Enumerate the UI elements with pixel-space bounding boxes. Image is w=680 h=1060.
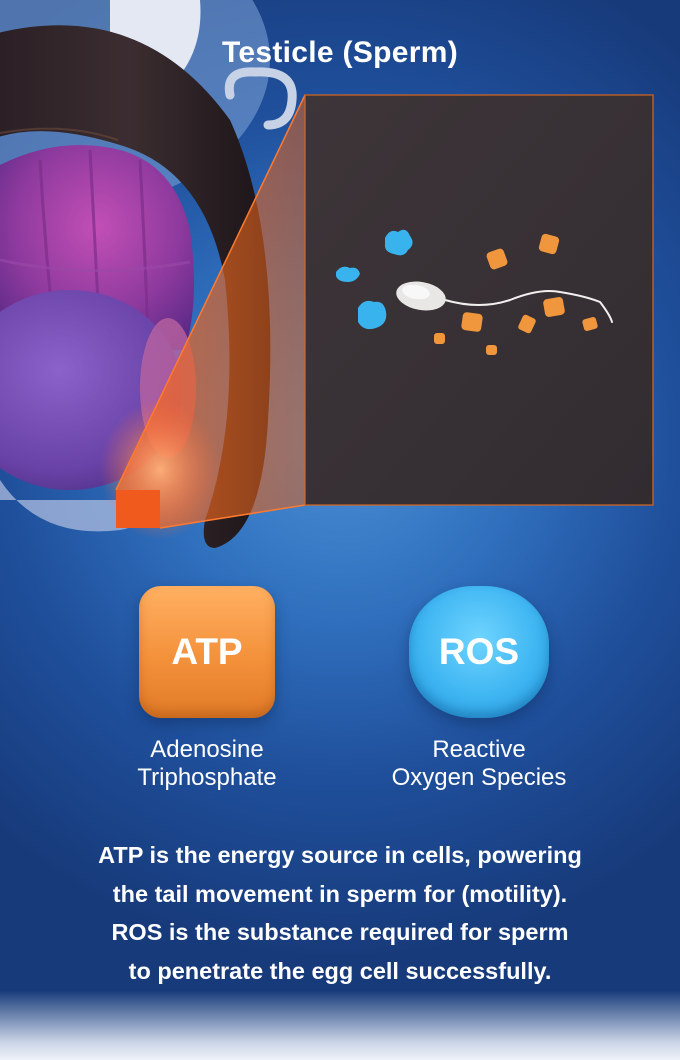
ros-legend-tile: ROS — [409, 586, 549, 718]
ros-symbol: ROS — [438, 631, 520, 672]
infographic: Testicle (Sperm) ATP Adenosine Triphosph… — [0, 0, 680, 1060]
page-title: Testicle (Sperm) — [222, 36, 458, 69]
caption-line-4: to penetrate the egg cell successfully. — [128, 957, 552, 984]
ros-name-line1: Reactive — [432, 736, 526, 763]
zoom-origin-marker — [116, 490, 160, 528]
atp-description: Adenosine Triphosphate — [77, 736, 337, 792]
testicle-illustration — [0, 0, 654, 548]
bottom-fade — [0, 990, 680, 1060]
caption-line-3: ROS is the substance required for sperm — [111, 919, 569, 945]
explanation-caption: ATP is the energy source in cells, power… — [20, 836, 660, 990]
zoom-panel — [304, 94, 654, 506]
atp-symbol: ATP — [171, 631, 243, 672]
caption-line-1: ATP is the energy source in cells, power… — [98, 842, 582, 868]
caption-line-2: the tail movement in sperm for (motility… — [112, 880, 568, 907]
atp-name-line2: Triphosphate — [137, 764, 277, 791]
ros-name-line2: Oxygen Species — [391, 764, 567, 791]
atp-legend-tile: ATP — [139, 586, 275, 718]
atp-name-line1: Adenosine — [150, 736, 264, 763]
ros-description: Reactive Oxygen Species — [349, 736, 609, 792]
